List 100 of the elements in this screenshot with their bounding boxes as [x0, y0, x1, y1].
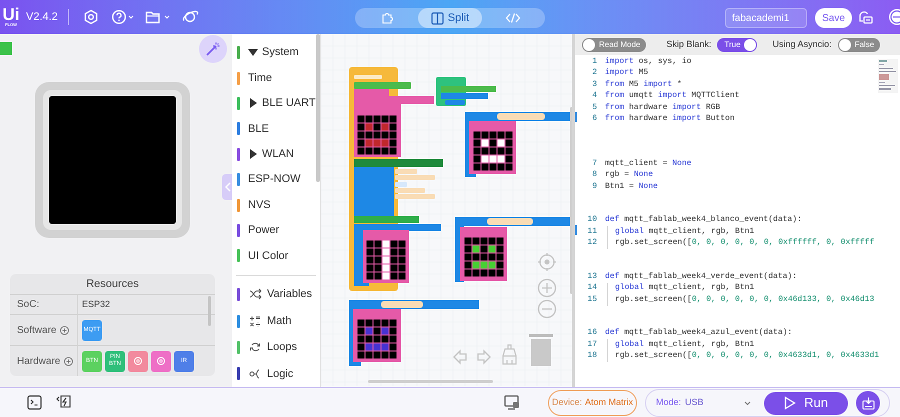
- expand-arrow-icon[interactable]: [250, 149, 256, 160]
- mode-label: Mode:: [656, 396, 682, 410]
- resource-label: Hardware: [17, 354, 60, 368]
- chevron-down-icon: [744, 400, 752, 406]
- magic-wand-button[interactable]: [199, 35, 227, 63]
- mode-dropdown[interactable]: USB: [685, 394, 756, 412]
- code-line: global mqtt_client, rgb, Btn1: [615, 338, 754, 351]
- category-label: System: [262, 45, 299, 60]
- monitor-icon[interactable]: [504, 395, 520, 410]
- logo: Ui: [2, 7, 20, 22]
- line-number: 1: [591, 56, 598, 68]
- category-item[interactable]: System: [232, 40, 320, 66]
- code-line: from umqtt import MQTTClient: [605, 90, 740, 102]
- add-icon[interactable]: [60, 326, 70, 334]
- code-line: def mqtt_fablab_week4_verde_event(data):: [605, 270, 798, 283]
- code-line: rgb.set_screen([0, 0, 0, 0, 0, 0, 0x46d133, 0, 0x46d13: [615, 294, 874, 306]
- category-item[interactable]: Logic: [232, 360, 320, 388]
- category-item[interactable]: WLAN: [232, 142, 320, 167]
- category-label: Power: [248, 223, 280, 238]
- target-icon: [156, 356, 166, 366]
- category-label: NVS: [248, 198, 271, 213]
- line-number: 8: [591, 169, 598, 182]
- device-name: Atom Matrix: [585, 396, 634, 410]
- shuffle-icon: [249, 288, 262, 302]
- resource-chip[interactable]: [151, 350, 171, 372]
- category-label: BLE UART: [262, 96, 316, 112]
- resource-chip[interactable]: [128, 350, 148, 372]
- download-button[interactable]: [856, 391, 880, 415]
- category-label: BLE: [248, 122, 269, 137]
- category-label: WLAN: [262, 147, 294, 162]
- code-line: global mqtt_client, rgb, Btn1: [615, 282, 754, 294]
- category-item[interactable]: Math: [232, 308, 320, 334]
- code-line: from hardware import Button: [605, 113, 735, 126]
- status-indicator: [0, 42, 12, 55]
- code-line: global mqtt_client, rgb, Btn1: [615, 226, 754, 238]
- planet-icon[interactable]: [180, 9, 199, 25]
- code-line: rgb.set_screen([0, 0, 0, 0, 0, 0, 0xffffff, 0, 0xfffff: [615, 237, 874, 250]
- line-number: 11: [586, 226, 598, 238]
- code-line: from M5 import *: [605, 78, 682, 91]
- category-label: Logic: [267, 366, 294, 382]
- expand-arrow-icon[interactable]: [250, 98, 256, 108]
- split-view-icon: [430, 12, 444, 24]
- category-item[interactable]: BLE UART: [232, 90, 320, 116]
- category-label: Time: [248, 70, 272, 86]
- flash-icon[interactable]: [56, 394, 72, 410]
- target-icon: [133, 356, 143, 366]
- category-item[interactable]: Power: [232, 218, 320, 244]
- resource-label: SoC:: [17, 298, 40, 312]
- category-label: Variables: [267, 287, 312, 302]
- line-number: 15: [586, 294, 598, 306]
- resources-title: Resources: [85, 277, 140, 292]
- branch-icon: [249, 367, 262, 380]
- puzzle-icon: [380, 11, 394, 25]
- category-item[interactable]: Time: [232, 65, 320, 91]
- line-number: 3: [591, 78, 598, 91]
- split-view-tab[interactable]: Split: [418, 8, 482, 28]
- category-item[interactable]: Variables: [232, 282, 320, 308]
- help-icon[interactable]: [110, 9, 135, 25]
- version-label: V2.4.2: [26, 10, 58, 25]
- code-line: def mqtt_fablab_week4_azul_event(data):: [605, 327, 792, 340]
- category-label: Loops: [267, 340, 297, 356]
- collapse-handle[interactable]: [222, 174, 233, 200]
- settings-icon[interactable]: [82, 9, 99, 25]
- add-icon[interactable]: [64, 356, 74, 366]
- line-number: 18: [586, 350, 598, 362]
- collapse-arrow-icon[interactable]: [248, 49, 258, 56]
- code-icon: [505, 12, 522, 24]
- category-label: Math: [267, 314, 292, 329]
- category-item[interactable]: BLE: [232, 116, 320, 142]
- code-line: Btn1 = None: [605, 180, 658, 193]
- run-button[interactable]: Run: [764, 392, 848, 414]
- loop-icon: [249, 340, 262, 354]
- line-number: 12: [586, 237, 598, 250]
- code-line: def mqtt_fablab_week4_blanco_event(data):: [605, 214, 802, 226]
- category-item[interactable]: Loops: [232, 334, 320, 361]
- play-icon: [784, 396, 796, 410]
- category-item[interactable]: ESP-NOW: [232, 166, 320, 192]
- folder-icon[interactable]: [144, 9, 171, 25]
- asyncio-label: Using Asyncio:: [772, 38, 832, 51]
- line-number: 9: [591, 180, 598, 193]
- category-item[interactable]: UI Color: [232, 243, 320, 269]
- line-number: 4: [591, 90, 598, 102]
- line-number: 6: [591, 113, 598, 126]
- resource-value: ESP32: [82, 298, 110, 311]
- avatar-icon[interactable]: [886, 8, 900, 26]
- mode-value: USB: [685, 396, 704, 410]
- line-number: 17: [586, 338, 598, 351]
- line-number: 16: [586, 327, 598, 340]
- line-number: 2: [591, 67, 598, 80]
- magic-wand-icon: [205, 41, 221, 57]
- save-button[interactable]: Save: [815, 8, 852, 28]
- skip-blank-toggle[interactable]: True: [717, 38, 757, 52]
- category-item[interactable]: NVS: [232, 192, 320, 218]
- code-line: from hardware import RGB: [605, 102, 720, 114]
- code-line: rgb.set_screen([0, 0, 0, 0, 0, 0, 0x4633d1, 0, 0x4633d1: [615, 350, 880, 362]
- terminal-icon[interactable]: [27, 395, 42, 410]
- category-label: UI Color: [248, 248, 288, 264]
- line-number: 5: [591, 102, 598, 114]
- line-number: 10: [586, 214, 598, 226]
- resource-label: Software: [17, 324, 56, 338]
